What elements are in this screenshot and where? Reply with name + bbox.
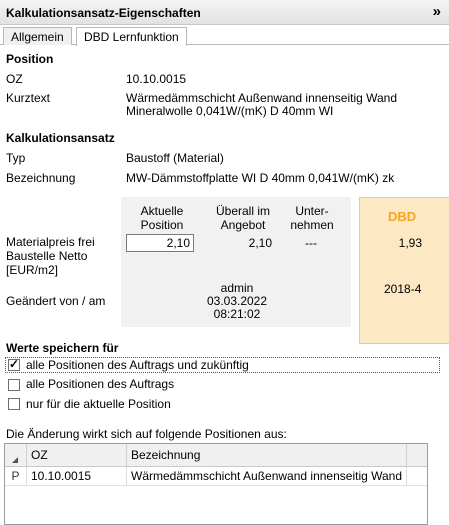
table-row[interactable]: P 10.10.0015 Wärmedämmschicht Außenwand … <box>5 467 427 486</box>
col-aktuelle-line1: Aktuelle <box>140 204 184 218</box>
save-option-auftrag-label[interactable]: alle Positionen des Auftrags <box>26 377 174 391</box>
geaendert-dbd-value: 2018-4 <box>384 282 422 296</box>
geaendert-angebot-value: admin 03.03.2022 08:21:02 <box>198 282 276 321</box>
save-option-aktuelle-checkbox[interactable] <box>8 398 20 410</box>
kurztext-label: Kurztext <box>6 91 51 105</box>
position-heading: Position <box>6 52 54 66</box>
affected-positions-table: OZ Bezeichnung P 10.10.0015 Wärmedämmsch… <box>4 443 428 525</box>
col-aktuelle-line2: Position <box>140 218 184 232</box>
bezeichnung-label: Bezeichnung <box>6 171 76 185</box>
save-option-auftrag-checkbox[interactable] <box>8 379 20 391</box>
col-angebot-header: Überall im Angebot <box>198 204 288 232</box>
table-header: OZ Bezeichnung <box>5 444 427 467</box>
row-bezeichnung: Wärmedämmschicht Außenwand innenseitig W… <box>127 467 407 485</box>
affected-caption: Die Änderung wirkt sich auf folgende Pos… <box>6 427 287 441</box>
tab-dbd-lernfunktion[interactable]: DBD Lernfunktion <box>76 27 187 46</box>
col-unternehmen-header: Unter- nehmen <box>280 204 344 232</box>
oz-value: 10.10.0015 <box>126 72 187 86</box>
oz-label: OZ <box>6 72 23 86</box>
col-unternehmen-line2: nehmen <box>290 218 334 232</box>
save-option-auftrag-zukuenftig-label[interactable]: alle Positionen des Auftrags und zukünft… <box>26 358 249 372</box>
panel-header: Kalkulationsansatz-Eigenschaften » <box>0 0 449 25</box>
typ-label: Typ <box>6 151 26 165</box>
col-angebot-line1: Überall im <box>215 204 270 218</box>
col-dbd-header: DBD <box>388 209 417 224</box>
panel-title: Kalkulationsansatz-Eigenschaften <box>6 6 201 20</box>
save-option-aktuelle-label[interactable]: nur für die aktuelle Position <box>26 397 171 411</box>
materialpreis-label: Materialpreis frei Baustelle Netto [EUR/… <box>6 235 95 277</box>
materialpreis-label-line2: Baustelle Netto <box>6 249 88 263</box>
materialpreis-unternehmen-value: --- <box>305 236 317 250</box>
row-oz: 10.10.0015 <box>27 467 127 485</box>
col-unternehmen-line1: Unter- <box>295 204 329 218</box>
sort-corner-icon <box>12 457 18 463</box>
scroll-area <box>428 443 449 525</box>
col-aktuelle-header: Aktuelle Position <box>126 204 198 232</box>
col-angebot-line2: Angebot <box>220 218 266 232</box>
save-option-auftrag-zukuenftig-checkbox[interactable] <box>8 357 20 371</box>
ansatz-heading: Kalkulationsansatz <box>6 131 115 145</box>
kurztext-value-line2: Mineralwolle 0,041W/(mK) D 40mm WI <box>126 104 334 118</box>
save-heading: Werte speichern für <box>6 341 119 355</box>
tab-bar: Allgemein DBD Lernfunktion <box>0 25 449 46</box>
table-header-bezeichnung[interactable]: Bezeichnung <box>127 444 407 466</box>
geaendert-label: Geändert von / am <box>6 294 106 308</box>
table-header-oz[interactable]: OZ <box>27 444 127 466</box>
row-flag: P <box>5 467 27 485</box>
materialpreis-label-line1: Materialpreis frei <box>6 235 95 249</box>
collapse-panel-icon[interactable]: » <box>433 3 441 20</box>
typ-value: Baustoff (Material) <box>126 151 224 165</box>
tab-allgemein[interactable]: Allgemein <box>3 27 72 45</box>
table-header-flag[interactable] <box>5 444 27 466</box>
materialpreis-angebot-value: 2,10 <box>248 236 272 250</box>
kurztext-value-line1: Wärmedämmschicht Außenwand innenseitig W… <box>126 91 398 105</box>
geaendert-time: 08:21:02 <box>213 307 261 321</box>
table-header-filler <box>407 444 427 466</box>
bezeichnung-value: MW-Dämmstoffplatte WI D 40mm 0,041W/(mK)… <box>126 171 395 185</box>
materialpreis-aktuelle-input[interactable] <box>126 234 194 252</box>
materialpreis-label-line3: [EUR/m2] <box>6 263 59 277</box>
materialpreis-dbd-value: 1,93 <box>398 236 422 250</box>
